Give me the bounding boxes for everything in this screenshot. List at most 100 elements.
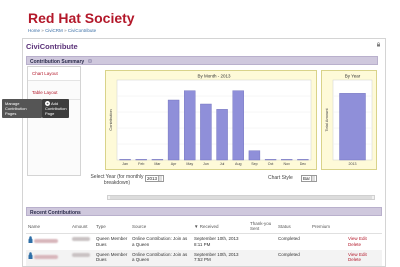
tab-chart-layout[interactable]: Chart Layout (28, 67, 80, 81)
manage-contribution-pages-tooltip[interactable]: Manage Contribution Pages (2, 99, 42, 118)
monthly-bar-chart: By Month - 2013 Contribution Jan Feb Mar Apr M… (108, 74, 312, 166)
contribution-source: Online Contribution: Join as a Queen (132, 236, 188, 247)
bar-sep (248, 150, 261, 161)
bar-nov (281, 159, 293, 161)
breadcrumb: Home » CiviCRM » CiviContribute (28, 28, 96, 33)
recent-contributions-title: Recent Contributions (30, 209, 81, 216)
tab-table-layout[interactable]: Table Layout (28, 86, 80, 100)
column-header-premium[interactable]: Premium (310, 219, 346, 234)
chart-style-select[interactable]: Bar (301, 175, 318, 182)
column-header-type[interactable]: Type (94, 219, 130, 234)
x-tick-label: 2013 (349, 162, 357, 166)
received-date: September 10th, 2013 7:52 PM (192, 249, 248, 266)
add-contribution-page-tooltip[interactable]: + Add Contribution Page (42, 99, 69, 118)
plot-area (116, 79, 312, 161)
x-tick-label: Nov (284, 162, 291, 166)
recent-contributions-table: Name Amount Type Source ▼ Received Thank… (26, 219, 382, 266)
edit-link[interactable]: Edit (359, 236, 367, 241)
select-year-label: Select Year (for monthly breakdown) (90, 174, 144, 186)
bar-dec (297, 159, 309, 161)
settings-icon[interactable] (87, 58, 92, 63)
thank-you-sent (248, 249, 276, 266)
delete-link[interactable]: Delete (348, 257, 361, 262)
contribution-type: Queen Member Dues (96, 236, 128, 247)
x-tick-label: Apr (171, 162, 177, 166)
table-row: Queen Member Dues Online Contribution: J… (26, 234, 382, 250)
contribution-summary-header[interactable]: Contribution Summary (26, 56, 378, 65)
column-header-source[interactable]: Source (130, 219, 192, 234)
chevron-down-icon (311, 176, 316, 181)
thank-you-sent (248, 234, 276, 250)
column-header-thank-you-sent[interactable]: Thank-you Sent (248, 219, 276, 234)
chart-controls: Select Year (for monthly breakdown) 2013… (75, 172, 377, 192)
view-link[interactable]: View (348, 236, 358, 241)
person-icon (28, 251, 33, 259)
year-select-value: 2013 (147, 176, 158, 181)
monthly-chart: By Month - 2013 Contribution Jan Feb Mar Apr M… (105, 70, 317, 170)
person-icon (28, 236, 33, 243)
bar-2013 (339, 93, 366, 161)
scrollbar-thumb[interactable] (110, 196, 372, 199)
bar-apr (167, 99, 180, 161)
bar-jul (216, 109, 228, 161)
bar-oct (264, 159, 277, 161)
contribution-summary-title: Contribution Summary (30, 58, 85, 65)
chart-title: By Month - 2013 (197, 74, 231, 79)
x-tick-label: Sep (251, 162, 257, 166)
breadcrumb-current[interactable]: CiviContribute (68, 28, 96, 33)
x-tick-label: Aug (235, 162, 241, 166)
year-select[interactable]: 2013 (145, 175, 165, 182)
bar-jun (200, 103, 212, 161)
column-header-actions (346, 219, 382, 234)
edit-link[interactable]: Edit (359, 252, 367, 257)
chevron-down-icon (158, 176, 163, 181)
breadcrumb-separator: » (41, 28, 44, 33)
x-tick-label: Feb (138, 162, 144, 166)
contact-name-redacted[interactable] (34, 254, 59, 259)
bar-aug (232, 90, 244, 161)
contribution-status: Completed (276, 249, 310, 266)
contribution-type: Queen Member Dues (94, 249, 130, 266)
x-tick-label: Oct (268, 162, 274, 166)
chart-style-value: Bar (303, 176, 311, 181)
table-row: Queen Member Dues Online Contribution: J… (26, 249, 382, 266)
contact-name-redacted[interactable] (34, 239, 59, 243)
delete-link[interactable]: Delete (348, 242, 361, 247)
column-header-name[interactable]: Name (26, 219, 70, 234)
contribution-source: Online Contribution: Join as a Queen (130, 249, 192, 266)
bar-jan (119, 159, 131, 161)
yearly-chart: By Year Total Amount 2013 (321, 70, 377, 170)
y-axis-label: Total Amount (324, 108, 329, 132)
sort-desc-icon: ▼ (194, 223, 199, 229)
column-header-status[interactable]: Status (276, 219, 310, 234)
x-tick-label: Jun (203, 162, 209, 166)
breadcrumb-home[interactable]: Home (28, 28, 40, 33)
breadcrumb-civicrm[interactable]: CiviCRM (45, 28, 63, 33)
bar-mar (151, 159, 164, 161)
yearly-bar-chart: By Year Total Amount 2013 (324, 74, 373, 166)
received-date: September 10th, 2013 8:11 PM (194, 236, 239, 247)
column-header-amount[interactable]: Amount (70, 219, 94, 234)
x-tick-label: Mar (154, 162, 161, 166)
table-header-row: Name Amount Type Source ▼ Received Thank… (26, 219, 382, 234)
contribution-status: Completed (278, 236, 300, 241)
breadcrumb-separator: » (64, 28, 67, 33)
site-title[interactable]: Red Hat Society (28, 10, 135, 26)
bar-feb (135, 159, 147, 161)
bar-may (184, 90, 196, 161)
view-link[interactable]: View (348, 252, 358, 257)
column-header-received[interactable]: ▼ Received (192, 219, 248, 234)
y-axis-label: Contribution (108, 109, 113, 131)
lock-icon[interactable] (376, 42, 381, 47)
recent-contributions-header[interactable]: Recent Contributions (26, 207, 382, 216)
x-tick-label: Jan (122, 162, 128, 166)
amount-redacted (72, 252, 90, 257)
x-tick-label: Jul (220, 162, 225, 166)
amount-redacted (72, 237, 90, 241)
chart-title: By Year (345, 74, 361, 79)
layout-tabs: Chart Layout Table Layout (27, 66, 81, 176)
chart-style-label: Chart Style (268, 175, 293, 181)
x-tick-label: Dec (300, 162, 307, 166)
premium (310, 234, 346, 250)
x-tick-label: May (186, 162, 193, 166)
